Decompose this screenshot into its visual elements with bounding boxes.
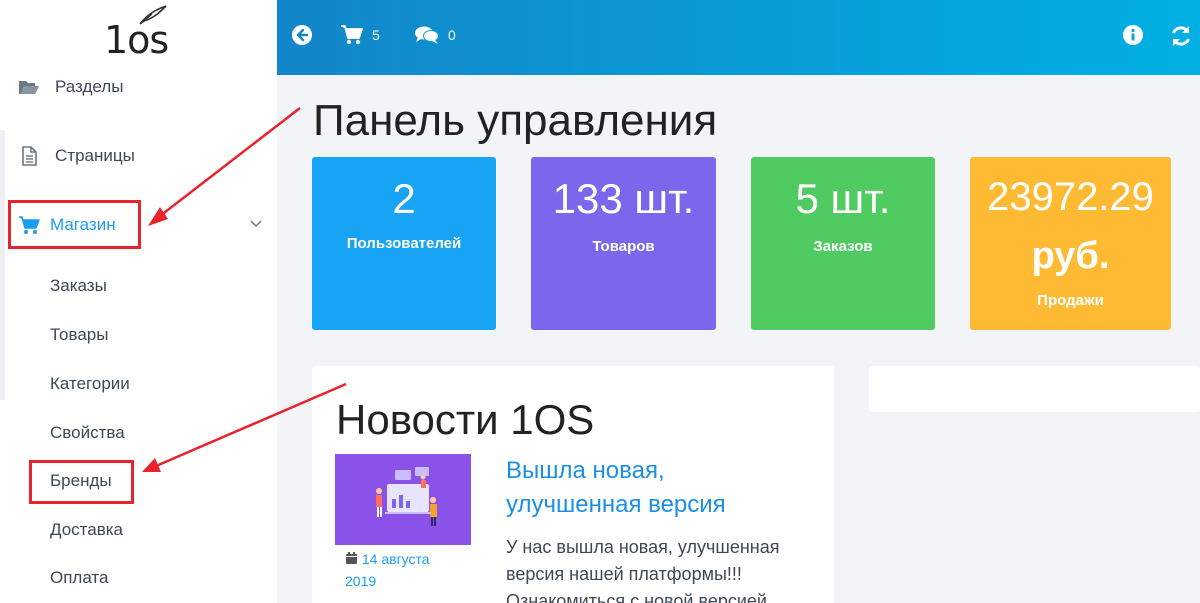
news-image[interactable]	[335, 454, 471, 545]
stat-value: 2	[392, 175, 416, 222]
stat-card-sales[interactable]: 23972.29 руб. Продажи	[970, 157, 1171, 330]
stat-label: Товаров	[592, 238, 655, 255]
sidebar-subitem-orders[interactable]: Заказы	[50, 276, 107, 296]
info-button[interactable]	[1122, 24, 1144, 46]
comments-icon	[415, 26, 439, 44]
news-date: 14 августа 2019	[345, 548, 455, 592]
messages-button[interactable]: 0	[414, 24, 456, 46]
chevron-down-icon[interactable]	[249, 218, 263, 230]
news-title: Новости 1OS	[336, 396, 595, 443]
illustration-image	[335, 454, 471, 545]
stat-label: Заказов	[813, 238, 873, 255]
sidebar-subitem-categories[interactable]: Категории	[50, 374, 130, 394]
sidebar: 1os Разделы Страницы Магазин Заказы Това…	[0, 0, 277, 603]
back-button[interactable]	[291, 24, 313, 46]
cart-count: 5	[372, 27, 380, 43]
side-panel-card	[869, 366, 1200, 412]
stat-label: Продажи	[1037, 292, 1104, 309]
sidebar-subitem-products[interactable]: Товары	[50, 325, 108, 345]
news-date-text: 14 августа 2019	[345, 551, 430, 589]
stat-card-products[interactable]: 133 шт. Товаров	[531, 157, 716, 330]
logo[interactable]: 1os	[104, 4, 174, 68]
sidebar-subitem-properties[interactable]: Свойства	[50, 423, 125, 443]
document-icon	[22, 146, 37, 166]
stat-card-users[interactable]: 2 Пользователей	[312, 157, 496, 330]
sidebar-subitem-payment[interactable]: Оплата	[50, 568, 108, 588]
annotation-box-shop	[8, 200, 141, 249]
stat-unit: руб.	[1031, 235, 1110, 277]
stat-card-orders[interactable]: 5 шт. Заказов	[751, 157, 935, 330]
refresh-icon	[1172, 26, 1190, 46]
sidebar-item-pages[interactable]: Страницы	[0, 136, 277, 176]
sidebar-item-sections[interactable]: Разделы	[0, 67, 277, 107]
sidebar-item-label: Разделы	[55, 77, 124, 96]
sidebar-subitem-delivery[interactable]: Доставка	[50, 520, 123, 540]
news-headline-link[interactable]: Вышла новая, улучшенная версия	[506, 454, 806, 522]
arrow-left-circle-icon	[292, 25, 312, 45]
stat-value: 23972.29	[987, 175, 1154, 219]
feather-icon	[139, 5, 167, 25]
calendar-icon	[346, 552, 357, 564]
info-circle-icon	[1123, 25, 1143, 45]
cart-button[interactable]: 5	[340, 24, 380, 46]
folder-open-icon	[19, 81, 39, 94]
sidebar-item-label: Страницы	[55, 146, 135, 165]
shopping-cart-icon	[341, 25, 363, 45]
stat-label: Пользователей	[346, 235, 462, 252]
refresh-button[interactable]	[1169, 24, 1193, 48]
annotation-box-brands	[29, 460, 134, 504]
news-card: Новости 1OS 14 августа 2019 Вышла новая,…	[312, 366, 834, 603]
stat-value: 5 шт.	[795, 175, 891, 222]
news-excerpt: У нас вышла новая, улучшенная версия наш…	[506, 537, 780, 603]
messages-count: 0	[448, 27, 456, 43]
top-bar: 5 0	[277, 0, 1200, 75]
page-title: Панель управления	[313, 96, 718, 145]
stat-value: 133 шт.	[552, 175, 695, 222]
